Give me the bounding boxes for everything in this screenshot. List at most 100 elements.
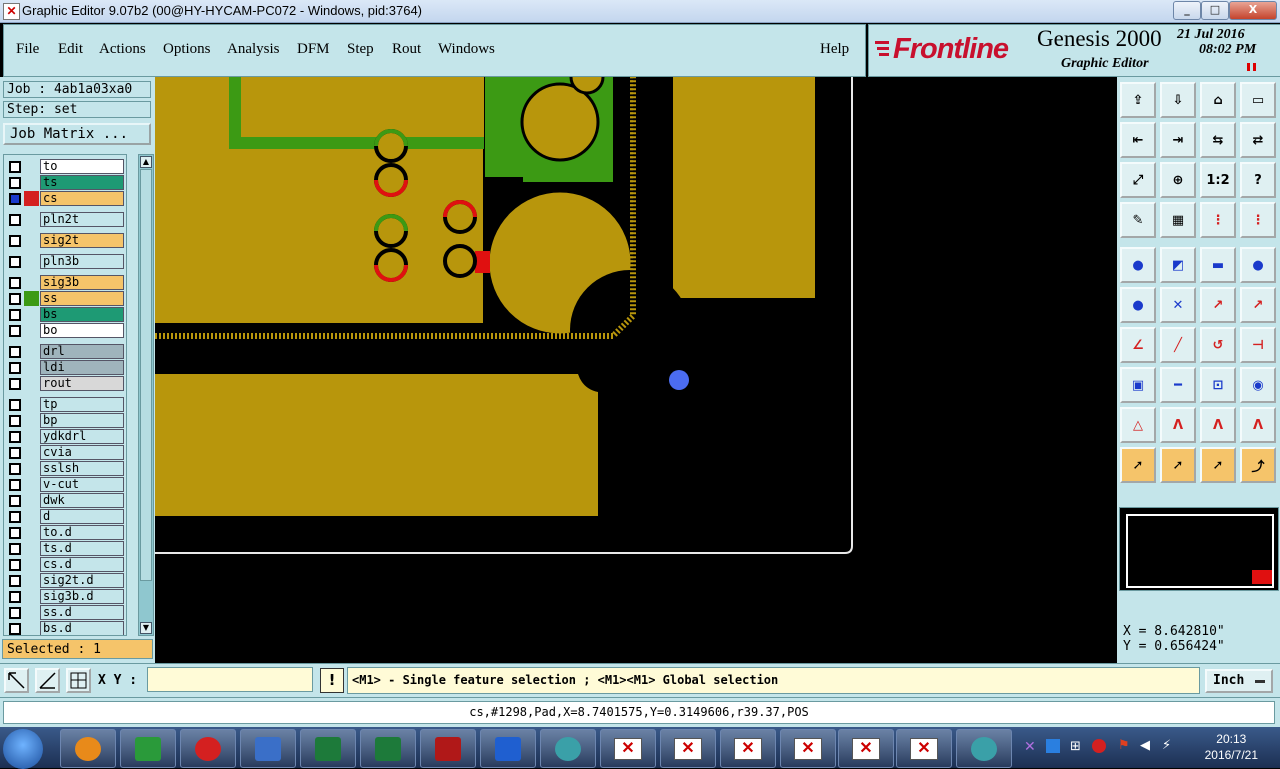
- menu-analysis[interactable]: Analysis: [227, 41, 280, 58]
- tool-button[interactable]: ╱: [1160, 327, 1196, 363]
- tool-button[interactable]: ⊡: [1200, 367, 1236, 403]
- tool-button[interactable]: ▬: [1200, 247, 1236, 283]
- layer-row[interactable]: dwk: [4, 493, 126, 508]
- layer-name[interactable]: pln3b: [40, 254, 124, 269]
- layer-name[interactable]: ss.d: [40, 605, 124, 620]
- menu-rout[interactable]: Rout: [392, 41, 421, 58]
- taskbar-excel-1[interactable]: [300, 729, 356, 768]
- menu-step[interactable]: Step: [347, 41, 374, 58]
- taskbar-app-16[interactable]: [956, 729, 1012, 768]
- tool-button[interactable]: ━: [1160, 367, 1196, 403]
- layer-checkbox[interactable]: [9, 591, 21, 603]
- layer-row[interactable]: sig3b.d: [4, 589, 126, 604]
- layer-name[interactable]: v-cut: [40, 477, 124, 492]
- layer-name[interactable]: dwk: [40, 493, 124, 508]
- layer-name[interactable]: ldi: [40, 360, 124, 375]
- layer-name[interactable]: sslsh: [40, 461, 124, 476]
- layer-row[interactable]: bs.d: [4, 621, 126, 635]
- warning-icon[interactable]: !: [320, 668, 344, 693]
- layer-name[interactable]: bo: [40, 323, 124, 338]
- xy-input[interactable]: [147, 667, 313, 692]
- tool-button[interactable]: ⊕: [1160, 162, 1196, 198]
- layer-checkbox[interactable]: [9, 161, 21, 173]
- taskbar-genesis-6[interactable]: ✕: [896, 729, 952, 768]
- taskbar-genesis-2[interactable]: ✕: [660, 729, 716, 768]
- tray-network-icon[interactable]: ⊞: [1070, 739, 1081, 754]
- menu-windows[interactable]: Windows: [438, 41, 495, 58]
- taskbar-genesis-3[interactable]: ✕: [720, 729, 776, 768]
- layer-row[interactable]: to.d: [4, 525, 126, 540]
- overview-map[interactable]: [1119, 507, 1279, 591]
- layer-checkbox[interactable]: [9, 607, 21, 619]
- layer-row[interactable]: bs: [4, 307, 126, 322]
- taskbar-app-8[interactable]: [480, 729, 536, 768]
- taskbar-clock[interactable]: 20:13 2016/7/21: [1205, 731, 1258, 763]
- layer-row[interactable]: ss: [4, 291, 126, 306]
- layer-name[interactable]: drl: [40, 344, 124, 359]
- layer-checkbox[interactable]: [9, 479, 21, 491]
- layer-row[interactable]: cs: [4, 191, 126, 206]
- tool-button[interactable]: ➚: [1200, 447, 1236, 483]
- maximize-button[interactable]: □: [1201, 1, 1229, 20]
- layer-row[interactable]: ydkdrl: [4, 429, 126, 444]
- tool-button[interactable]: 1:2: [1200, 162, 1236, 198]
- tool-button[interactable]: ◉: [1240, 367, 1276, 403]
- snap-mode-button[interactable]: [4, 668, 29, 693]
- taskbar-app-4[interactable]: [240, 729, 296, 768]
- layer-name[interactable]: cs: [40, 191, 124, 206]
- tray-flag-icon[interactable]: ⚑: [1118, 738, 1130, 753]
- layer-checkbox[interactable]: [9, 378, 21, 390]
- taskbar-app-2[interactable]: [120, 729, 176, 768]
- tool-button[interactable]: ↗: [1240, 287, 1276, 323]
- tool-button[interactable]: ⤢: [1120, 162, 1156, 198]
- layer-checkbox[interactable]: [9, 431, 21, 443]
- layer-row[interactable]: drl: [4, 344, 126, 359]
- layer-name[interactable]: bs: [40, 307, 124, 322]
- tray-volume-icon[interactable]: ◀: [1140, 738, 1150, 753]
- layer-checkbox[interactable]: [9, 277, 21, 289]
- layer-row[interactable]: cs.d: [4, 557, 126, 572]
- layer-checkbox[interactable]: [9, 463, 21, 475]
- layer-checkbox[interactable]: [9, 214, 21, 226]
- taskbar-genesis-4[interactable]: ✕: [780, 729, 836, 768]
- layer-checkbox[interactable]: [9, 495, 21, 507]
- layer-name[interactable]: d: [40, 509, 124, 524]
- tool-button[interactable]: ⇪: [1120, 82, 1156, 118]
- layer-checkbox[interactable]: [9, 575, 21, 587]
- layer-checkbox[interactable]: [9, 293, 21, 305]
- tool-button[interactable]: ▭: [1240, 82, 1276, 118]
- tool-button[interactable]: ▣: [1120, 367, 1156, 403]
- taskbar-genesis-1[interactable]: ✕: [600, 729, 656, 768]
- layer-name[interactable]: to: [40, 159, 124, 174]
- menu-actions[interactable]: Actions: [99, 41, 146, 58]
- layer-name[interactable]: to.d: [40, 525, 124, 540]
- scroll-thumb[interactable]: [140, 169, 152, 581]
- layer-row[interactable]: ts.d: [4, 541, 126, 556]
- layer-row[interactable]: ldi: [4, 360, 126, 375]
- layer-scrollbar[interactable]: ▲ ▼: [138, 154, 154, 636]
- menu-edit[interactable]: Edit: [58, 41, 83, 58]
- job-matrix-button[interactable]: Job Matrix ...: [3, 123, 151, 145]
- pcb-drawing[interactable]: [155, 59, 1117, 663]
- tool-button[interactable]: ●: [1240, 247, 1276, 283]
- layer-checkbox[interactable]: [9, 559, 21, 571]
- layer-checkbox[interactable]: [9, 256, 21, 268]
- layer-checkbox[interactable]: [9, 177, 21, 189]
- layer-checkbox[interactable]: [9, 362, 21, 374]
- tool-button[interactable]: ◩: [1160, 247, 1196, 283]
- layer-row[interactable]: ss.d: [4, 605, 126, 620]
- tool-button[interactable]: ⇄: [1240, 122, 1276, 158]
- layer-checkbox[interactable]: [9, 399, 21, 411]
- layer-row[interactable]: tp: [4, 397, 126, 412]
- pause-icon[interactable]: [1247, 63, 1256, 71]
- layer-name[interactable]: sig2t: [40, 233, 124, 248]
- layer-row[interactable]: sig2t: [4, 233, 126, 248]
- layer-row[interactable]: bo: [4, 323, 126, 338]
- grid-mode-button[interactable]: [66, 668, 91, 693]
- layer-row[interactable]: sslsh: [4, 461, 126, 476]
- tool-button[interactable]: Λ: [1160, 407, 1196, 443]
- layer-row[interactable]: bp: [4, 413, 126, 428]
- taskbar-app-9[interactable]: [540, 729, 596, 768]
- layer-checkbox[interactable]: [9, 325, 21, 337]
- layer-name[interactable]: bs.d: [40, 621, 124, 635]
